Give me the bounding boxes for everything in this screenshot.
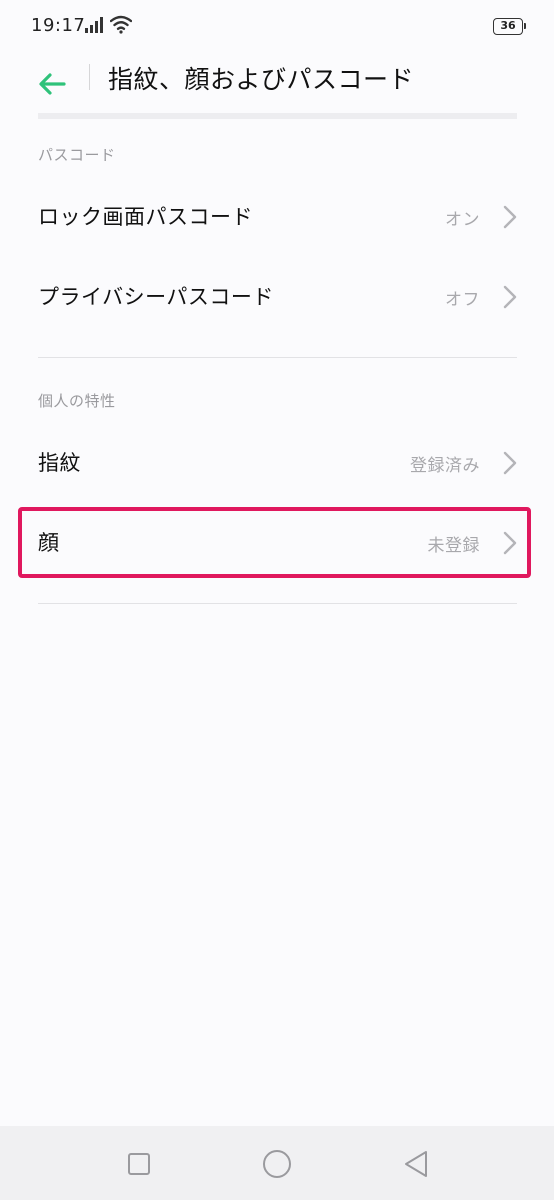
- header-shadow: [38, 113, 517, 119]
- home-button[interactable]: [261, 1148, 293, 1180]
- section-label-passcode: パスコード: [38, 146, 116, 164]
- section-divider: [38, 603, 517, 604]
- wifi-icon: [110, 15, 132, 34]
- home-circle-icon: [263, 1150, 291, 1178]
- battery-icon: 36: [493, 18, 526, 35]
- status-bar: 19:17 36: [0, 0, 554, 52]
- status-time: 19:17: [31, 15, 86, 36]
- chevron-right-icon: [503, 205, 517, 229]
- back-arrow-icon: [39, 73, 66, 95]
- row-privacy-passcode[interactable]: プライバシーパスコード オフ: [0, 257, 554, 337]
- row-value: オン: [445, 210, 480, 230]
- row-label: 指紋: [38, 451, 81, 475]
- section-divider: [38, 357, 517, 358]
- row-face[interactable]: 顔 未登録: [0, 503, 554, 583]
- row-lock-screen-passcode[interactable]: ロック画面パスコード オン: [0, 177, 554, 257]
- row-value: 未登録: [427, 536, 480, 556]
- recents-square-icon: [128, 1153, 150, 1175]
- chevron-right-icon: [503, 531, 517, 555]
- row-label: プライバシーパスコード: [38, 285, 274, 309]
- header-divider: [89, 64, 90, 90]
- back-nav-button[interactable]: [400, 1148, 432, 1180]
- header: 指紋、顔およびパスコード: [0, 52, 554, 116]
- row-value: 登録済み: [410, 456, 480, 476]
- signal-icon: [85, 17, 103, 33]
- row-value: オフ: [445, 290, 480, 310]
- row-fingerprint[interactable]: 指紋 登録済み: [0, 423, 554, 503]
- back-button[interactable]: [30, 62, 74, 106]
- back-triangle-icon: [405, 1151, 427, 1177]
- navigation-bar: [0, 1126, 554, 1200]
- row-label: 顔: [38, 531, 60, 555]
- page-title: 指紋、顔およびパスコード: [108, 65, 415, 94]
- chevron-right-icon: [503, 451, 517, 475]
- section-label-personal-traits: 個人の特性: [38, 392, 116, 410]
- battery-level: 36: [500, 19, 516, 32]
- chevron-right-icon: [503, 285, 517, 309]
- row-label: ロック画面パスコード: [38, 205, 253, 229]
- recents-button[interactable]: [123, 1148, 155, 1180]
